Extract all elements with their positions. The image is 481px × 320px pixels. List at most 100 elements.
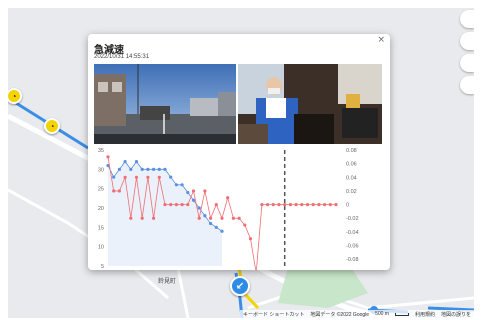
speed-point [112,175,116,179]
right-axis-tick: 0.04 [346,175,357,181]
speed-point [203,214,207,218]
acceleration-point [180,202,184,207]
acceleration-point [271,202,275,207]
current-location-pin[interactable]: ↙ [230,276,250,296]
speed-acceleration-chart: 35 30 25 20 15 10 5 0.08 0.06 0.04 0.02 0 -0.02 -0.04… [98,148,359,270]
acceleration-point [226,196,230,200]
map-control-3[interactable] [460,54,474,72]
speed-point [191,198,196,202]
acceleration-point [214,202,218,207]
map-control-4[interactable] [460,76,474,94]
terms-link[interactable]: 利用規約 [415,311,435,318]
acceleration-point [146,175,150,179]
speed-point [209,221,213,226]
acceleration-point [266,202,270,207]
map-attribution: キーボード ショートカット 地図データ ©2022 Google 500 m 利… [239,310,474,318]
speed-point [163,167,167,171]
acceleration-point [277,202,281,207]
acceleration-point [288,202,292,207]
speed-point [169,175,173,179]
event-pin-2[interactable]: ◔ [44,118,60,134]
map-data-credit: 地図データ ©2022 Google [310,311,370,318]
event-timestamp: 2022/10/31 14:55:31 [94,54,150,60]
acceleration-point [140,216,144,220]
acceleration-point [248,237,253,241]
speed-point [129,167,133,171]
front-camera-image[interactable] [94,64,236,144]
speed-point [174,183,178,187]
keyboard-shortcuts-link[interactable]: キーボード ショートカット [243,311,304,318]
acceleration-point [117,189,121,193]
map-control-2[interactable] [460,32,474,50]
right-axis-tick: 0.08 [346,148,357,154]
acceleration-point [260,202,264,207]
right-axis-tick: 0 [346,203,349,209]
left-axis-tick: 25 [98,187,104,193]
driver-camera-image[interactable] [238,64,382,144]
acceleration-point [243,223,247,227]
speed-point [214,225,218,229]
acceleration-point [186,202,190,207]
acceleration-point [197,216,201,220]
report-error-link[interactable]: 地図の誤りを [441,311,471,318]
scale-label: 500 m [375,311,389,317]
acceleration-point [294,202,298,207]
acceleration-point [134,175,139,179]
acceleration-point [231,216,235,220]
scale-bar [394,312,409,316]
speed-point [186,190,190,195]
speed-point [180,183,184,187]
acceleration-point [283,202,287,207]
acceleration-point [311,202,315,207]
speed-point [197,206,201,210]
left-axis-tick: 15 [98,225,104,231]
left-axis-tick: 20 [98,206,104,212]
left-axis-tick: 35 [98,148,104,154]
speed-point [220,229,224,233]
speed-point [152,167,156,171]
speedometer-icon: ◔ [11,91,17,101]
acceleration-point [129,216,133,220]
acceleration-point [106,155,110,159]
speed-point [134,160,139,164]
speedometer-icon: ◔ [49,121,55,131]
event-popup: × 急減速 2022/10/31 14:55:31 35 30 25 20 15… [88,34,390,270]
acceleration-point [169,202,173,207]
acceleration-point [163,202,167,207]
acceleration-point [220,216,224,220]
right-axis-tick: -0.04 [346,230,359,236]
driver-camera-scene [238,64,382,144]
right-axis-tick: 0.06 [346,162,357,168]
acceleration-point [237,216,241,220]
close-icon[interactable]: × [377,35,385,45]
left-axis-tick: 30 [98,167,104,173]
speed-point [157,167,161,171]
speed-point [146,167,150,171]
acceleration-point [203,189,207,193]
speed-point [123,160,127,164]
acceleration-point [123,175,127,179]
right-axis-tick: -0.08 [346,257,359,263]
acceleration-point [334,202,338,207]
acceleration-point [152,216,156,220]
right-axis-tick: 0.02 [346,189,357,195]
right-axis-tick: -0.06 [346,244,359,250]
acceleration-point [305,202,310,207]
acceleration-point [328,202,332,207]
map-control-1[interactable] [460,10,474,28]
acceleration-point [323,202,327,207]
acceleration-point [317,202,321,207]
speed-point [140,167,144,171]
acceleration-point [191,189,196,193]
speed-point [117,167,121,171]
left-axis-tick: 5 [101,264,104,270]
arrow-down-left-icon: ↙ [235,280,245,292]
place-label: 鈴見町 [158,279,177,285]
acceleration-point [112,189,116,193]
acceleration-point [157,175,161,179]
right-axis-tick: -0.02 [346,216,359,222]
left-axis-tick: 10 [98,245,104,251]
acceleration-point [209,216,213,220]
front-camera-scene [94,64,236,144]
acceleration-point [300,202,304,207]
